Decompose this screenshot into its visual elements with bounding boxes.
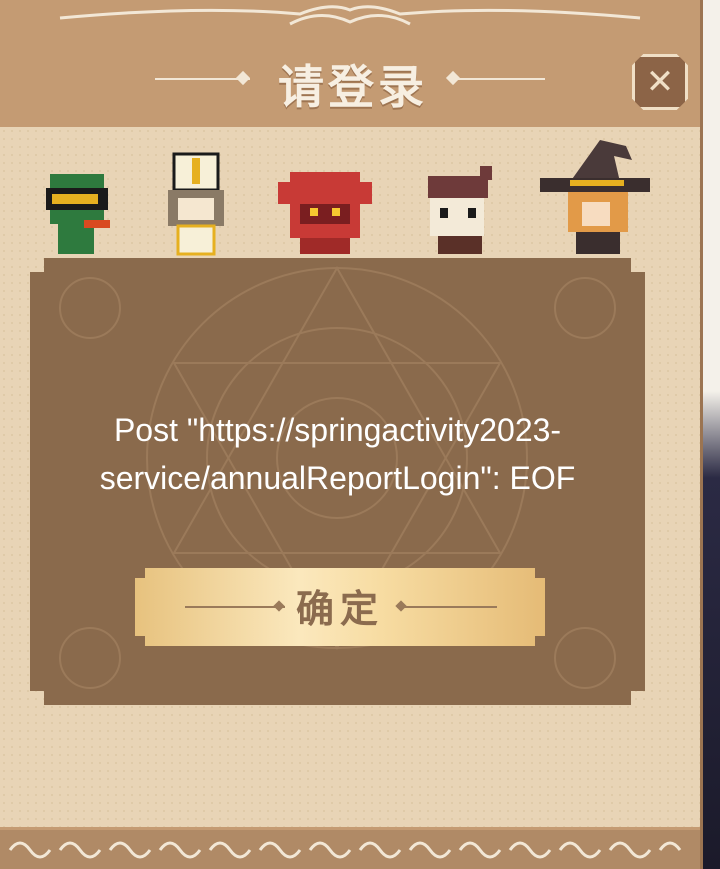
dialog-header: 请登录 [0,46,700,116]
confirm-button[interactable]: 确定 [135,568,545,646]
red-horned-warrior-icon [278,172,372,254]
close-button[interactable]: ✕ [632,54,688,110]
dialog-title: 请登录 [278,60,428,114]
green-helmet-knight-icon [46,174,110,254]
confirm-divider-left [185,606,285,608]
top-ornament [59,5,641,26]
character-row [46,140,650,256]
confirm-diamond-left [273,600,284,611]
close-x-icon: ✕ [645,62,675,102]
title-divider-right [455,78,545,80]
background-window-strip [700,0,720,869]
bottom-ornament-border [0,830,700,869]
confirm-divider-right [397,606,497,608]
white-hat-cleric-icon [168,152,224,256]
hooded-rogue-icon [428,166,492,254]
confirm-button-label: 确定 [295,586,384,631]
error-message: Post "https://springactivity2023-service… [99,412,576,496]
login-dialog: 请登录 ✕ Post "https://springactivity2023-s… [0,0,703,869]
title-diamond-left [235,70,251,86]
message-panel: Post "https://springactivity2023-service… [30,258,645,705]
witch-hat-mage-icon [540,140,650,254]
